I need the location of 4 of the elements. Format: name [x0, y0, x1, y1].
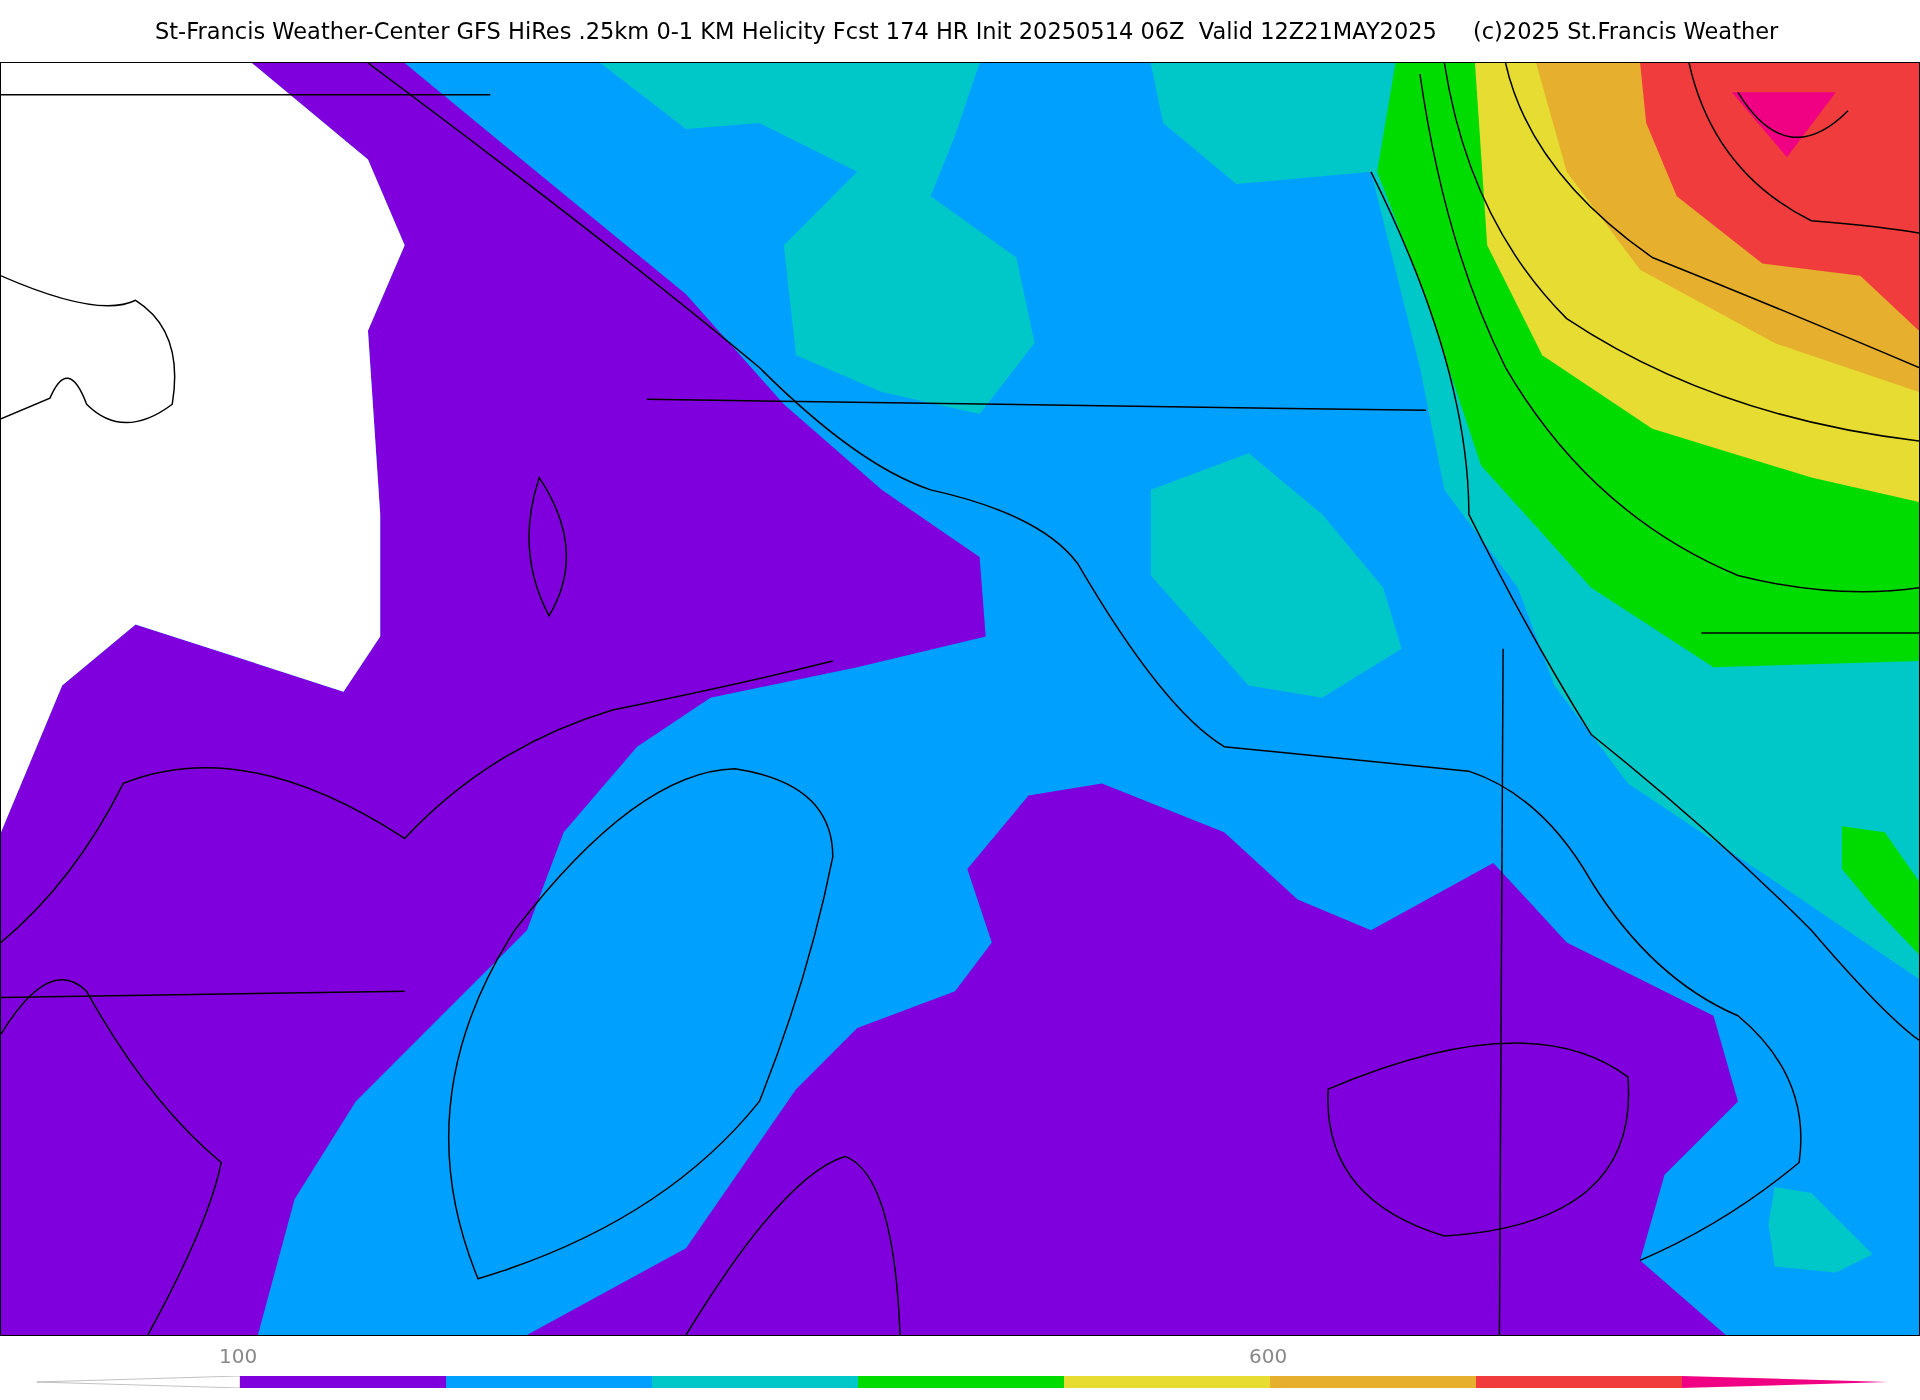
map-title: St-Francis Weather-Center GFS HiRes .25km 0-1 KM Helicity Fcst 174 HR Init 20250514 06Z Valid 12Z21MAY2025: [155, 18, 1437, 44]
copyright-text: (c)2025 St.Francis Weather: [1472, 18, 1779, 44]
colorbar-label: 600: [1249, 1344, 1288, 1370]
colorbar-label: 100: [219, 1344, 258, 1370]
